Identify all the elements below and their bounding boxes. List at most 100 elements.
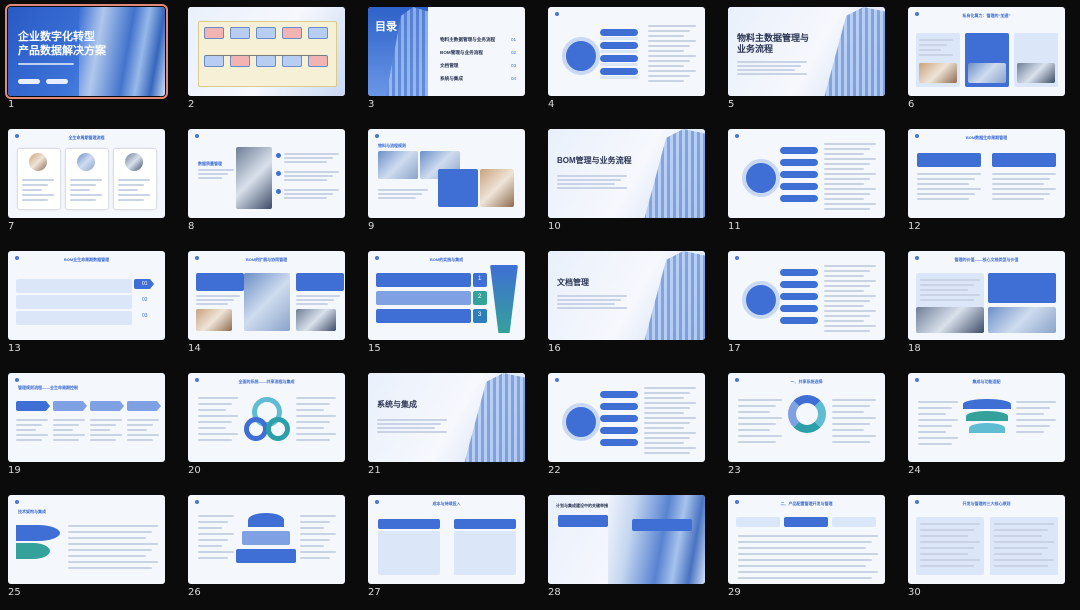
slide-thumbnail[interactable]: BOM管理与业务流程 10 bbox=[540, 122, 720, 244]
slide-preview[interactable]: BOM的扩展与协同管理 bbox=[188, 251, 345, 340]
slide-preview[interactable]: 技术架构与集成 bbox=[8, 495, 165, 584]
slide-number: 13 bbox=[8, 343, 21, 354]
slide-thumbnail[interactable]: BOM的实施与集成 1 2 3 15 bbox=[360, 244, 540, 366]
slide-preview[interactable] bbox=[728, 129, 885, 218]
slide-preview[interactable]: 文档管理 bbox=[548, 251, 705, 340]
slide-thumbnail[interactable]: 26 bbox=[180, 488, 360, 610]
text-line bbox=[738, 429, 770, 431]
slide-preview[interactable] bbox=[188, 495, 345, 584]
slide-preview[interactable]: 系统与集成 bbox=[368, 373, 525, 462]
slide-preview[interactable]: 物料主数据管理与 业务流程 bbox=[728, 7, 885, 96]
text-line bbox=[992, 193, 1050, 195]
slide-preview[interactable] bbox=[728, 251, 885, 340]
flow-line bbox=[206, 55, 326, 56]
slide-thumbnail[interactable]: 集成与功能适配 24 bbox=[900, 366, 1080, 488]
slide-preview[interactable]: 一、共享系统选择 bbox=[728, 373, 885, 462]
toc-item: 文档管理 bbox=[440, 63, 459, 68]
slide-thumbnail[interactable]: 物料与流程规则 9 bbox=[360, 122, 540, 244]
text-line bbox=[198, 403, 232, 405]
text-line bbox=[824, 178, 870, 180]
slide-preview[interactable]: BOM全生命周期数据管理 01 02 03 bbox=[8, 251, 165, 340]
slide-thumbnail[interactable]: 系统与集成 21 bbox=[360, 366, 540, 488]
step-number: 1 bbox=[478, 276, 482, 282]
slide-thumbnail[interactable]: 2 bbox=[180, 0, 360, 122]
slide-thumbnail[interactable]: 企业数字化转型 产品数据解决方案 1 bbox=[0, 0, 180, 122]
slide-number: 19 bbox=[8, 465, 21, 476]
slide-preview[interactable]: 目录 物料主数据管理与业务流程 01 BOM管理与业务流程 02 文档管理 03 系统与集成 0… bbox=[368, 7, 525, 96]
slide-thumbnail[interactable]: 数据质量管理 8 bbox=[180, 122, 360, 244]
slide-thumbnail[interactable]: 技术架构与集成 25 bbox=[0, 488, 180, 610]
text-line bbox=[648, 25, 696, 27]
slide-thumbnail[interactable]: 管理规则流程——全生命周期控制 19 bbox=[0, 366, 180, 488]
slide-thumbnail[interactable]: 二、产品配置管理开发与管理 29 bbox=[720, 488, 900, 610]
slide-thumbnail[interactable]: 文档管理 16 bbox=[540, 244, 720, 366]
slide-header-logo bbox=[375, 500, 381, 504]
slide-thumbnail[interactable]: 全生命周期管理流程 7 bbox=[0, 122, 180, 244]
slide-title: 全面的系统——共享流程与集成 bbox=[238, 379, 295, 384]
text-line bbox=[377, 431, 447, 433]
slide-thumbnail[interactable]: BOM数据生命周期管理 12 bbox=[900, 122, 1080, 244]
text-line bbox=[644, 442, 684, 444]
text-line bbox=[90, 434, 122, 436]
slide-thumbnail[interactable]: 一、共享系统选择 23 bbox=[720, 366, 900, 488]
text-line bbox=[296, 403, 330, 405]
slide-preview[interactable]: 集成与功能适配 bbox=[908, 373, 1065, 462]
card bbox=[196, 273, 244, 291]
text-line bbox=[53, 419, 85, 421]
slide-preview[interactable]: 全面的系统——共享流程与集成 bbox=[188, 373, 345, 462]
slide-preview[interactable]: 成本与持续投入 bbox=[368, 495, 525, 584]
tab-header bbox=[784, 517, 828, 527]
slide-thumbnail[interactable]: BOM全生命周期数据管理 01 02 03 13 bbox=[0, 244, 180, 366]
slide-number: 24 bbox=[908, 465, 921, 476]
text-line bbox=[737, 61, 807, 63]
slide-preview[interactable]: 物料与流程规则 bbox=[368, 129, 525, 218]
slide-preview[interactable]: 企业数字化转型 产品数据解决方案 bbox=[5, 4, 168, 99]
text-line bbox=[284, 157, 333, 159]
slide-thumbnail[interactable]: 成本与持续投入 27 bbox=[360, 488, 540, 610]
slide-preview[interactable]: 计划与集成建设中的关键举措 bbox=[548, 495, 705, 584]
slide-preview[interactable]: 全生命周期管理流程 bbox=[8, 129, 165, 218]
slide-preview[interactable]: 私有化算力：管理的“加速” bbox=[908, 7, 1065, 96]
slide-preview[interactable]: BOM数据生命周期管理 bbox=[908, 129, 1065, 218]
slide-thumbnail[interactable]: 全面的系统——共享流程与集成 20 bbox=[180, 366, 360, 488]
text-line bbox=[824, 290, 864, 292]
slide-thumbnail-grid: 企业数字化转型 产品数据解决方案 1 2 目录 物料主数据管理与业务流程 01 BOM管理与业… bbox=[0, 0, 1080, 598]
slide-thumbnail[interactable]: 管理的价值——核心文档类型与价值 18 bbox=[900, 244, 1080, 366]
slide-preview[interactable]: BOM管理与业务流程 bbox=[548, 129, 705, 218]
slide-preview[interactable] bbox=[548, 373, 705, 462]
slide-thumbnail[interactable]: 私有化算力：管理的“加速” 6 bbox=[900, 0, 1080, 122]
slide-preview[interactable]: 开发与管理的三大核心原则 bbox=[908, 495, 1065, 584]
slide-thumbnail[interactable]: 物料主数据管理与 业务流程 5 bbox=[720, 0, 900, 122]
text-line bbox=[824, 188, 876, 190]
slide-preview[interactable]: 管理规则流程——全生命周期控制 bbox=[8, 373, 165, 462]
text-line bbox=[90, 439, 116, 441]
slide-preview[interactable]: 二、产品配置管理开发与管理 bbox=[728, 495, 885, 584]
text-line bbox=[992, 178, 1050, 180]
slide-thumbnail[interactable]: BOM的扩展与协同管理 14 bbox=[180, 244, 360, 366]
text-line bbox=[284, 193, 333, 195]
slide-number: 20 bbox=[188, 465, 201, 476]
slide-preview[interactable] bbox=[548, 7, 705, 96]
card bbox=[558, 515, 608, 527]
text-line bbox=[917, 193, 975, 195]
pill bbox=[46, 79, 68, 84]
flow-pill bbox=[780, 269, 818, 276]
slide-thumbnail[interactable]: 22 bbox=[540, 366, 720, 488]
slide-preview[interactable]: BOM的实施与集成 1 2 3 bbox=[368, 251, 525, 340]
slide-preview[interactable] bbox=[188, 7, 345, 96]
slide-preview[interactable]: 数据质量管理 bbox=[188, 129, 345, 218]
slide-thumbnail[interactable]: 11 bbox=[720, 122, 900, 244]
text-line bbox=[824, 280, 876, 282]
slide-number: 18 bbox=[908, 343, 921, 354]
slide-preview[interactable]: 管理的价值——核心文档类型与价值 bbox=[908, 251, 1065, 340]
funnel-layer bbox=[16, 543, 50, 559]
slide-thumbnail[interactable]: 计划与集成建设中的关键举措 28 bbox=[540, 488, 720, 610]
slide-thumbnail[interactable]: 目录 物料主数据管理与业务流程 01 BOM管理与业务流程 02 文档管理 03 系统与集成 0… bbox=[360, 0, 540, 122]
slide-thumbnail[interactable]: 17 bbox=[720, 244, 900, 366]
slide-thumbnail[interactable]: 4 bbox=[540, 0, 720, 122]
slide-thumbnail[interactable]: 开发与管理的三大核心原则 30 bbox=[900, 488, 1080, 610]
slide-number: 14 bbox=[188, 343, 201, 354]
text-line bbox=[70, 189, 90, 191]
text-line bbox=[1016, 431, 1044, 433]
text-line bbox=[70, 194, 102, 196]
